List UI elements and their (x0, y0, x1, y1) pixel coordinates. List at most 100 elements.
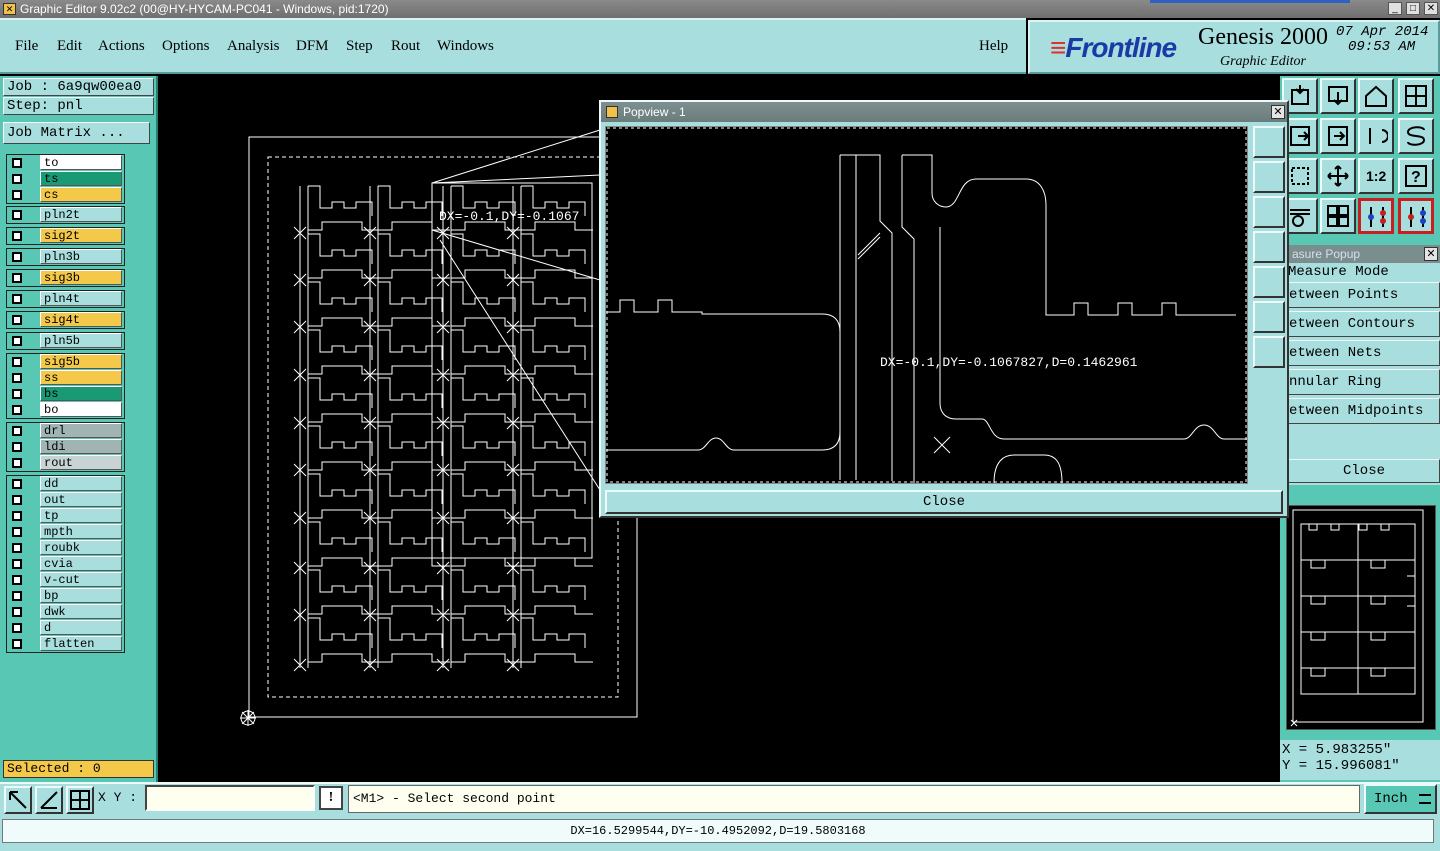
layer-checkbox[interactable] (12, 336, 22, 346)
layer-checkbox[interactable] (12, 252, 22, 262)
menu-file[interactable]: File (15, 38, 38, 55)
snap-grid-tool[interactable] (66, 786, 94, 814)
layer-checkbox[interactable] (12, 639, 22, 649)
layer-name[interactable]: sig5b (40, 354, 122, 369)
layer-checkbox[interactable] (12, 527, 22, 537)
zoom-out-tool[interactable] (1320, 78, 1356, 114)
close-window-button[interactable]: ✕ (1424, 2, 1438, 15)
measure-between-midpoints[interactable]: etween Midpoints (1286, 398, 1440, 424)
menu-step[interactable]: Step (346, 38, 373, 55)
measure-between-contours[interactable]: etween Contours (1286, 311, 1440, 337)
popview-close-button[interactable]: Close (605, 490, 1283, 514)
layer-name[interactable]: bo (40, 402, 122, 417)
net-tool[interactable] (1358, 198, 1394, 234)
layer-checkbox[interactable] (12, 543, 22, 553)
layer-name[interactable]: cvia (40, 556, 122, 571)
layer-checkbox[interactable] (12, 405, 22, 415)
layer-name[interactable]: sig3b (40, 270, 122, 285)
layer-checkbox[interactable] (12, 357, 22, 367)
measure-popup-close-icon[interactable]: ✕ (1424, 247, 1438, 261)
layer-name[interactable]: cs (40, 187, 122, 202)
layer-checkbox[interactable] (12, 426, 22, 436)
layer-row-cs[interactable]: cs (7, 187, 124, 203)
layer-checkbox[interactable] (12, 442, 22, 452)
menu-dfm[interactable]: DFM (296, 38, 329, 55)
layer-row-bs[interactable]: bs (7, 386, 124, 402)
layer-row-bo[interactable]: bo (7, 402, 124, 418)
layer-row-dwk[interactable]: dwk (7, 604, 124, 620)
menu-edit[interactable]: Edit (57, 38, 82, 55)
layer-row-bp[interactable]: bp (7, 588, 124, 604)
layer-checkbox[interactable] (12, 575, 22, 585)
measure-between-nets[interactable]: etween Nets (1286, 340, 1440, 366)
popview-pan-right-tool[interactable] (1253, 266, 1285, 298)
snap-tool[interactable] (1398, 118, 1434, 154)
layer-row-sig5b[interactable]: sig5b (7, 354, 124, 370)
layer-row-cvia[interactable]: cvia (7, 556, 124, 572)
layer-row-mpth[interactable]: mpth (7, 524, 124, 540)
layer-name[interactable]: ss (40, 370, 122, 385)
maximize-button[interactable]: □ (1406, 2, 1420, 15)
layer-row-roubk[interactable]: roubk (7, 540, 124, 556)
layer-row-v-cut[interactable]: v-cut (7, 572, 124, 588)
layer-checkbox[interactable] (12, 389, 22, 399)
layer-name[interactable]: v-cut (40, 572, 122, 587)
net-highlight-tool[interactable] (1398, 198, 1434, 234)
layer-name[interactable]: dd (40, 476, 122, 491)
layer-name[interactable]: drl (40, 423, 122, 438)
minimize-button[interactable]: _ (1388, 2, 1402, 15)
layer-row-ldi[interactable]: ldi (7, 439, 124, 455)
unit-selector[interactable]: Inch (1364, 784, 1437, 814)
layer-checkbox[interactable] (12, 174, 22, 184)
layer-checkbox[interactable] (12, 511, 22, 521)
layer-checkbox[interactable] (12, 591, 22, 601)
layer-name[interactable]: ldi (40, 439, 122, 454)
layer-row-sig2t[interactable]: sig2t (7, 228, 124, 244)
grid-tool[interactable] (1320, 198, 1356, 234)
layer-name[interactable]: sig2t (40, 228, 122, 243)
layer-checkbox[interactable] (12, 231, 22, 241)
popview-center-tool[interactable] (1253, 336, 1285, 368)
layer-row-ts[interactable]: ts (7, 171, 124, 187)
layer-name[interactable]: roubk (40, 540, 122, 555)
popview-close-icon[interactable]: ✕ (1271, 105, 1285, 119)
menu-help[interactable]: Help (979, 38, 1008, 55)
layer-name[interactable]: pln3b (40, 249, 122, 264)
menu-rout[interactable]: Rout (391, 38, 420, 55)
layer-name[interactable]: pln4t (40, 291, 122, 306)
menu-options[interactable]: Options (162, 38, 210, 55)
measure-tool[interactable] (35, 786, 63, 814)
layer-row-pln3b[interactable]: pln3b (7, 249, 124, 265)
layer-checkbox[interactable] (12, 495, 22, 505)
measure-between-points[interactable]: etween Points (1286, 282, 1440, 308)
layer-row-tp[interactable]: tp (7, 508, 124, 524)
layer-name[interactable]: to (40, 155, 122, 170)
layer-checkbox[interactable] (12, 458, 22, 468)
popview-fit-tool[interactable] (1253, 301, 1285, 333)
xy-input[interactable] (145, 785, 315, 811)
popview-zoom-out-tool[interactable] (1253, 161, 1285, 193)
layer-name[interactable]: pln2t (40, 207, 122, 222)
popview-pan-down-tool[interactable] (1253, 196, 1285, 228)
layer-name[interactable]: bs (40, 386, 122, 401)
measure-annular-ring[interactable]: nnular Ring (1286, 369, 1440, 395)
help-tool[interactable]: ? (1398, 158, 1434, 194)
layer-checkbox[interactable] (12, 210, 22, 220)
layer-checkbox[interactable] (12, 607, 22, 617)
layer-name[interactable]: mpth (40, 524, 122, 539)
layer-name[interactable]: rout (40, 455, 122, 470)
layer-row-pln5b[interactable]: pln5b (7, 333, 124, 349)
popview-canvas[interactable]: DX=-0.1,DY=-0.1067827,D=0.1462961 (605, 126, 1260, 484)
layer-row-sig4t[interactable]: sig4t (7, 312, 124, 328)
layer-name[interactable]: pln5b (40, 333, 122, 348)
layer-name[interactable]: ts (40, 171, 122, 186)
flip-tool[interactable] (1358, 118, 1394, 154)
layer-name[interactable]: bp (40, 588, 122, 603)
layer-checkbox[interactable] (12, 294, 22, 304)
window-tool[interactable] (1398, 78, 1434, 114)
layer-row-sig3b[interactable]: sig3b (7, 270, 124, 286)
layer-name[interactable]: out (40, 492, 122, 507)
popview-pan-left-tool[interactable] (1253, 231, 1285, 263)
layer-checkbox[interactable] (12, 623, 22, 633)
layer-row-pln2t[interactable]: pln2t (7, 207, 124, 223)
